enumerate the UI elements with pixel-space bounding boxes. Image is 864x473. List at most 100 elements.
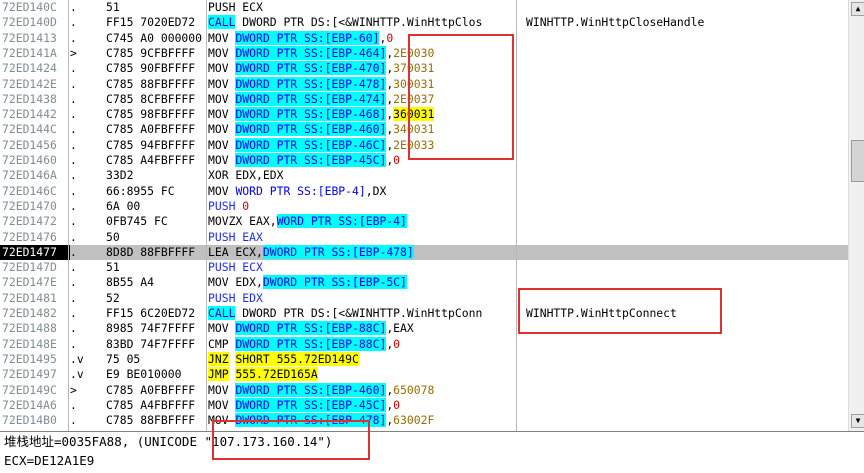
disasm-row[interactable]: 72ED146A. 33D2 XOR EDX,EDX (0, 168, 848, 183)
instruction-token: CALL (208, 15, 236, 30)
disasm-row[interactable]: 72ED144C. C785 A0FBFFFF MOV DWORD PTR SS:[… (0, 122, 848, 137)
address-cell: 72ED1470 (2, 198, 57, 213)
jump-marker: . (70, 30, 77, 45)
comment-cell (526, 413, 846, 428)
comment-cell (526, 352, 846, 367)
jump-marker: . (70, 107, 77, 122)
instruction-cell: MOV DWORD PTR SS:[EBP-464],2E0030 (208, 45, 516, 61)
instruction-token: MOV (208, 76, 236, 91)
comment-cell (526, 275, 846, 290)
jump-marker: . (70, 0, 77, 14)
instruction-token: 0 (242, 198, 250, 213)
jump-marker: . (70, 198, 77, 213)
scroll-thumb[interactable] (851, 140, 864, 182)
comment-cell (526, 383, 846, 398)
disasm-row[interactable]: 72ED140D. FF15 7020ED72 CALL DWORD PTR DS:… (0, 15, 848, 30)
instruction-token: DWORD PTR SS:[EBP-478] (262, 244, 414, 259)
jump-marker: . (70, 168, 77, 183)
disasm-row[interactable]: 72ED146C. 66:8955 FC MOV WORD PTR SS:[EBP-… (0, 184, 848, 199)
disasm-row[interactable]: 72ED1488. 8985 74F7FFFF MOV DWORD PTR SS:[… (0, 321, 848, 336)
address-cell: 72ED140D (2, 15, 57, 30)
comment-cell (526, 77, 846, 92)
disasm-row[interactable]: 72ED1470. 6A 00 PUSH 0 (0, 199, 848, 214)
instruction-token: PUSH ECX (208, 0, 263, 14)
disassembly-pane[interactable]: 72ED140C. 51 PUSH ECX 72ED140D. FF15 7020ED7… (0, 0, 848, 431)
instruction-token: DWORD PTR SS:[EBP-5C] (262, 275, 407, 290)
hex-bytes-cell: 52 (106, 290, 120, 305)
instruction-cell: MOV DWORD PTR SS:[EBP-46C],2E0033 (208, 137, 516, 153)
instruction-token: 2E0030 (393, 45, 435, 60)
comment-cell (526, 398, 846, 413)
instruction-token: DWORD PTR SS:[EBP-88C] (235, 321, 387, 336)
address-cell: 72ED1438 (2, 91, 57, 106)
instruction-cell: MOVZX EAX,WORD PTR SS:[EBP-4] (208, 214, 516, 229)
disasm-row[interactable]: 72ED14B0. C785 88FBFFFF MOV DWORD PTR SS:[… (0, 413, 848, 428)
instruction-token: XOR EDX,EDX (208, 168, 284, 183)
disasm-row[interactable]: 72ED1438. C785 8CFBFFFF MOV DWORD PTR SS:[… (0, 91, 848, 107)
instruction-cell: CALL DWORD PTR DS:[<&WINHTTP.WinHttpConn (208, 306, 516, 321)
jump-marker: . (70, 229, 77, 244)
hex-bytes-cell: 83BD 74F7FFFF (106, 336, 196, 351)
disasm-row[interactable]: 72ED1481. 52 PUSH EDX (0, 291, 848, 306)
comment-cell (526, 245, 846, 260)
disasm-row[interactable]: 72ED1413. C745 A0 000000 MOV DWORD PTR SS:… (0, 30, 848, 46)
scroll-up-arrow-icon[interactable]: ▲ (851, 2, 864, 16)
instruction-token: DWORD PTR SS:[EBP-88C] (235, 336, 387, 351)
disasm-row[interactable]: 72ED149C > C785 A0FBFFFF MOV DWORD PTR SS:[… (0, 382, 848, 398)
hex-bytes-cell: C785 A0FBFFFF (106, 382, 196, 397)
instruction-token: 0 (393, 336, 401, 351)
instruction-token: MOV (208, 413, 236, 428)
address-cell: 72ED146A (2, 168, 57, 183)
disasm-row[interactable]: 72ED1482. FF15 6C20ED72 CALL DWORD PTR DS:… (0, 306, 848, 321)
comment-cell (526, 107, 846, 122)
disasm-row[interactable]: 72ED1472. 0FB745 FC MOVZX EAX,WORD PTR SS:… (0, 214, 848, 229)
address-cell: 72ED142E (2, 76, 57, 91)
disasm-row[interactable]: 72ED140C. 51 PUSH ECX (0, 0, 848, 15)
disasm-row[interactable]: 72ED1442. C785 98FBFFFF MOV DWORD PTR SS:[… (0, 107, 848, 122)
instruction-cell: MOV DWORD PTR SS:[EBP-478],63002F (208, 413, 516, 428)
comment-cell: WINHTTP.WinHttpConnect (526, 306, 677, 320)
disasm-row[interactable]: 72ED1424. C785 90FBFFFF MOV DWORD PTR SS:[… (0, 61, 848, 76)
comment-cell (526, 291, 846, 306)
hex-bytes-cell: 6A 00 (106, 198, 141, 213)
disasm-row[interactable]: 72ED147E. 8B55 A4 MOV EDX,DWORD PTR SS:[EB… (0, 275, 848, 290)
instruction-cell: PUSH 0 (208, 199, 516, 214)
jump-marker: . (70, 91, 77, 106)
disasm-row[interactable]: 72ED1495 .v 75 05 JNZ SHORT 555.72ED149C (0, 351, 848, 367)
jump-marker: . (70, 214, 77, 229)
disasm-row[interactable]: 72ED141A > C785 9CFBFFFF MOV DWORD PTR SS:[… (0, 45, 848, 61)
instruction-token: MOV (208, 61, 236, 76)
address-cell: 72ED1476 (2, 229, 57, 244)
column-divider (206, 0, 207, 431)
instruction-token: MOV (208, 107, 236, 122)
instruction-token: ,DX (365, 183, 387, 198)
disasm-row[interactable]: 72ED1477. 8D8D 88FBFFFF LEA ECX,DWORD PTR … (0, 244, 848, 261)
info-pane: 堆栈地址=0035FA88, (UNICODE "107.173.160.14"… (0, 431, 864, 473)
instruction-token: 650078 (393, 382, 435, 397)
scroll-down-arrow-icon[interactable]: ▼ (851, 414, 864, 428)
jump-marker: . (70, 153, 77, 167)
instruction-token: MOV (208, 183, 236, 198)
vertical-scrollbar[interactable]: ▲ ▼ (848, 0, 864, 431)
jump-marker: . (70, 413, 77, 428)
instruction-token: 0 (386, 30, 394, 45)
disasm-row[interactable]: 72ED1497 .v E9 BE010000 JMP 555.72ED165A (0, 367, 848, 382)
hex-bytes-cell: C785 A0FBFFFF (106, 122, 196, 137)
disasm-row[interactable]: 72ED142E. C785 88FBFFFF MOV DWORD PTR SS:[… (0, 76, 848, 92)
disasm-row[interactable]: 72ED14A6. C785 A4FBFFFF MOV DWORD PTR SS:[… (0, 397, 848, 413)
hex-bytes-cell: C785 88FBFFFF (106, 76, 196, 91)
disasm-row[interactable]: 72ED1460. C785 A4FBFFFF MOV DWORD PTR SS:[… (0, 153, 848, 168)
address-cell: 72ED149C (2, 382, 57, 397)
disasm-row[interactable]: 72ED148E. 83BD 74F7FFFF CMP DWORD PTR SS:[… (0, 336, 848, 352)
hex-bytes-cell: C785 A4FBFFFF (106, 397, 196, 412)
instruction-token: DWORD PTR SS:[EBP-464] (235, 45, 387, 60)
instruction-cell: LEA ECX,DWORD PTR SS:[EBP-478] (208, 244, 516, 260)
instruction-token: WORD PTR SS:[EBP-4] (235, 183, 366, 198)
instruction-cell: MOV EDX,DWORD PTR SS:[EBP-5C] (208, 275, 516, 290)
disasm-row[interactable]: 72ED1476. 50 PUSH EAX (0, 230, 848, 245)
column-divider (516, 0, 517, 431)
hex-bytes-cell: 66:8955 FC (106, 183, 175, 198)
hex-bytes-cell: FF15 7020ED72 (106, 15, 196, 30)
disasm-row[interactable]: 72ED1456. C785 94FBFFFF MOV DWORD PTR SS:[… (0, 137, 848, 153)
disasm-row[interactable]: 72ED147D. 51 PUSH ECX (0, 260, 848, 275)
